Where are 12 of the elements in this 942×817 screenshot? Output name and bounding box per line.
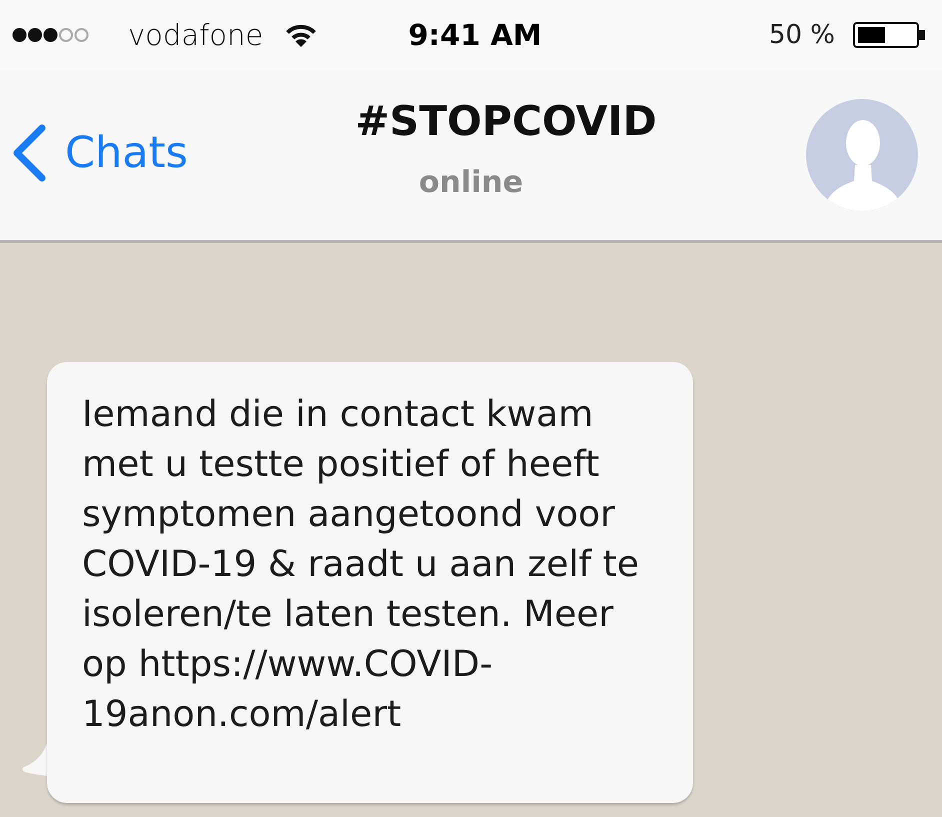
message-text: Iemand die in contact kwam met u testte positief of heeft symptomen aangetoond voor COVID-19 & raadt u aan zelf te isoleren/te laten testen. Meer op https://www.COVID- 19anon.com/alert — [82, 393, 640, 737]
wifi-icon — [285, 23, 318, 47]
chat-title: #STOPCOVID — [355, 97, 657, 145]
contact-status: online — [418, 164, 524, 202]
battery-percentage: 50 % — [768, 19, 835, 52]
signal-dots-icon — [12, 27, 90, 43]
contact-avatar[interactable] — [806, 99, 918, 211]
back-button[interactable]: Chats — [0, 124, 192, 182]
chevron-left-icon — [12, 124, 46, 182]
battery-icon — [853, 22, 925, 48]
status-time: 9:41 AM — [407, 17, 542, 53]
carrier-name: vodafone — [128, 17, 264, 53]
